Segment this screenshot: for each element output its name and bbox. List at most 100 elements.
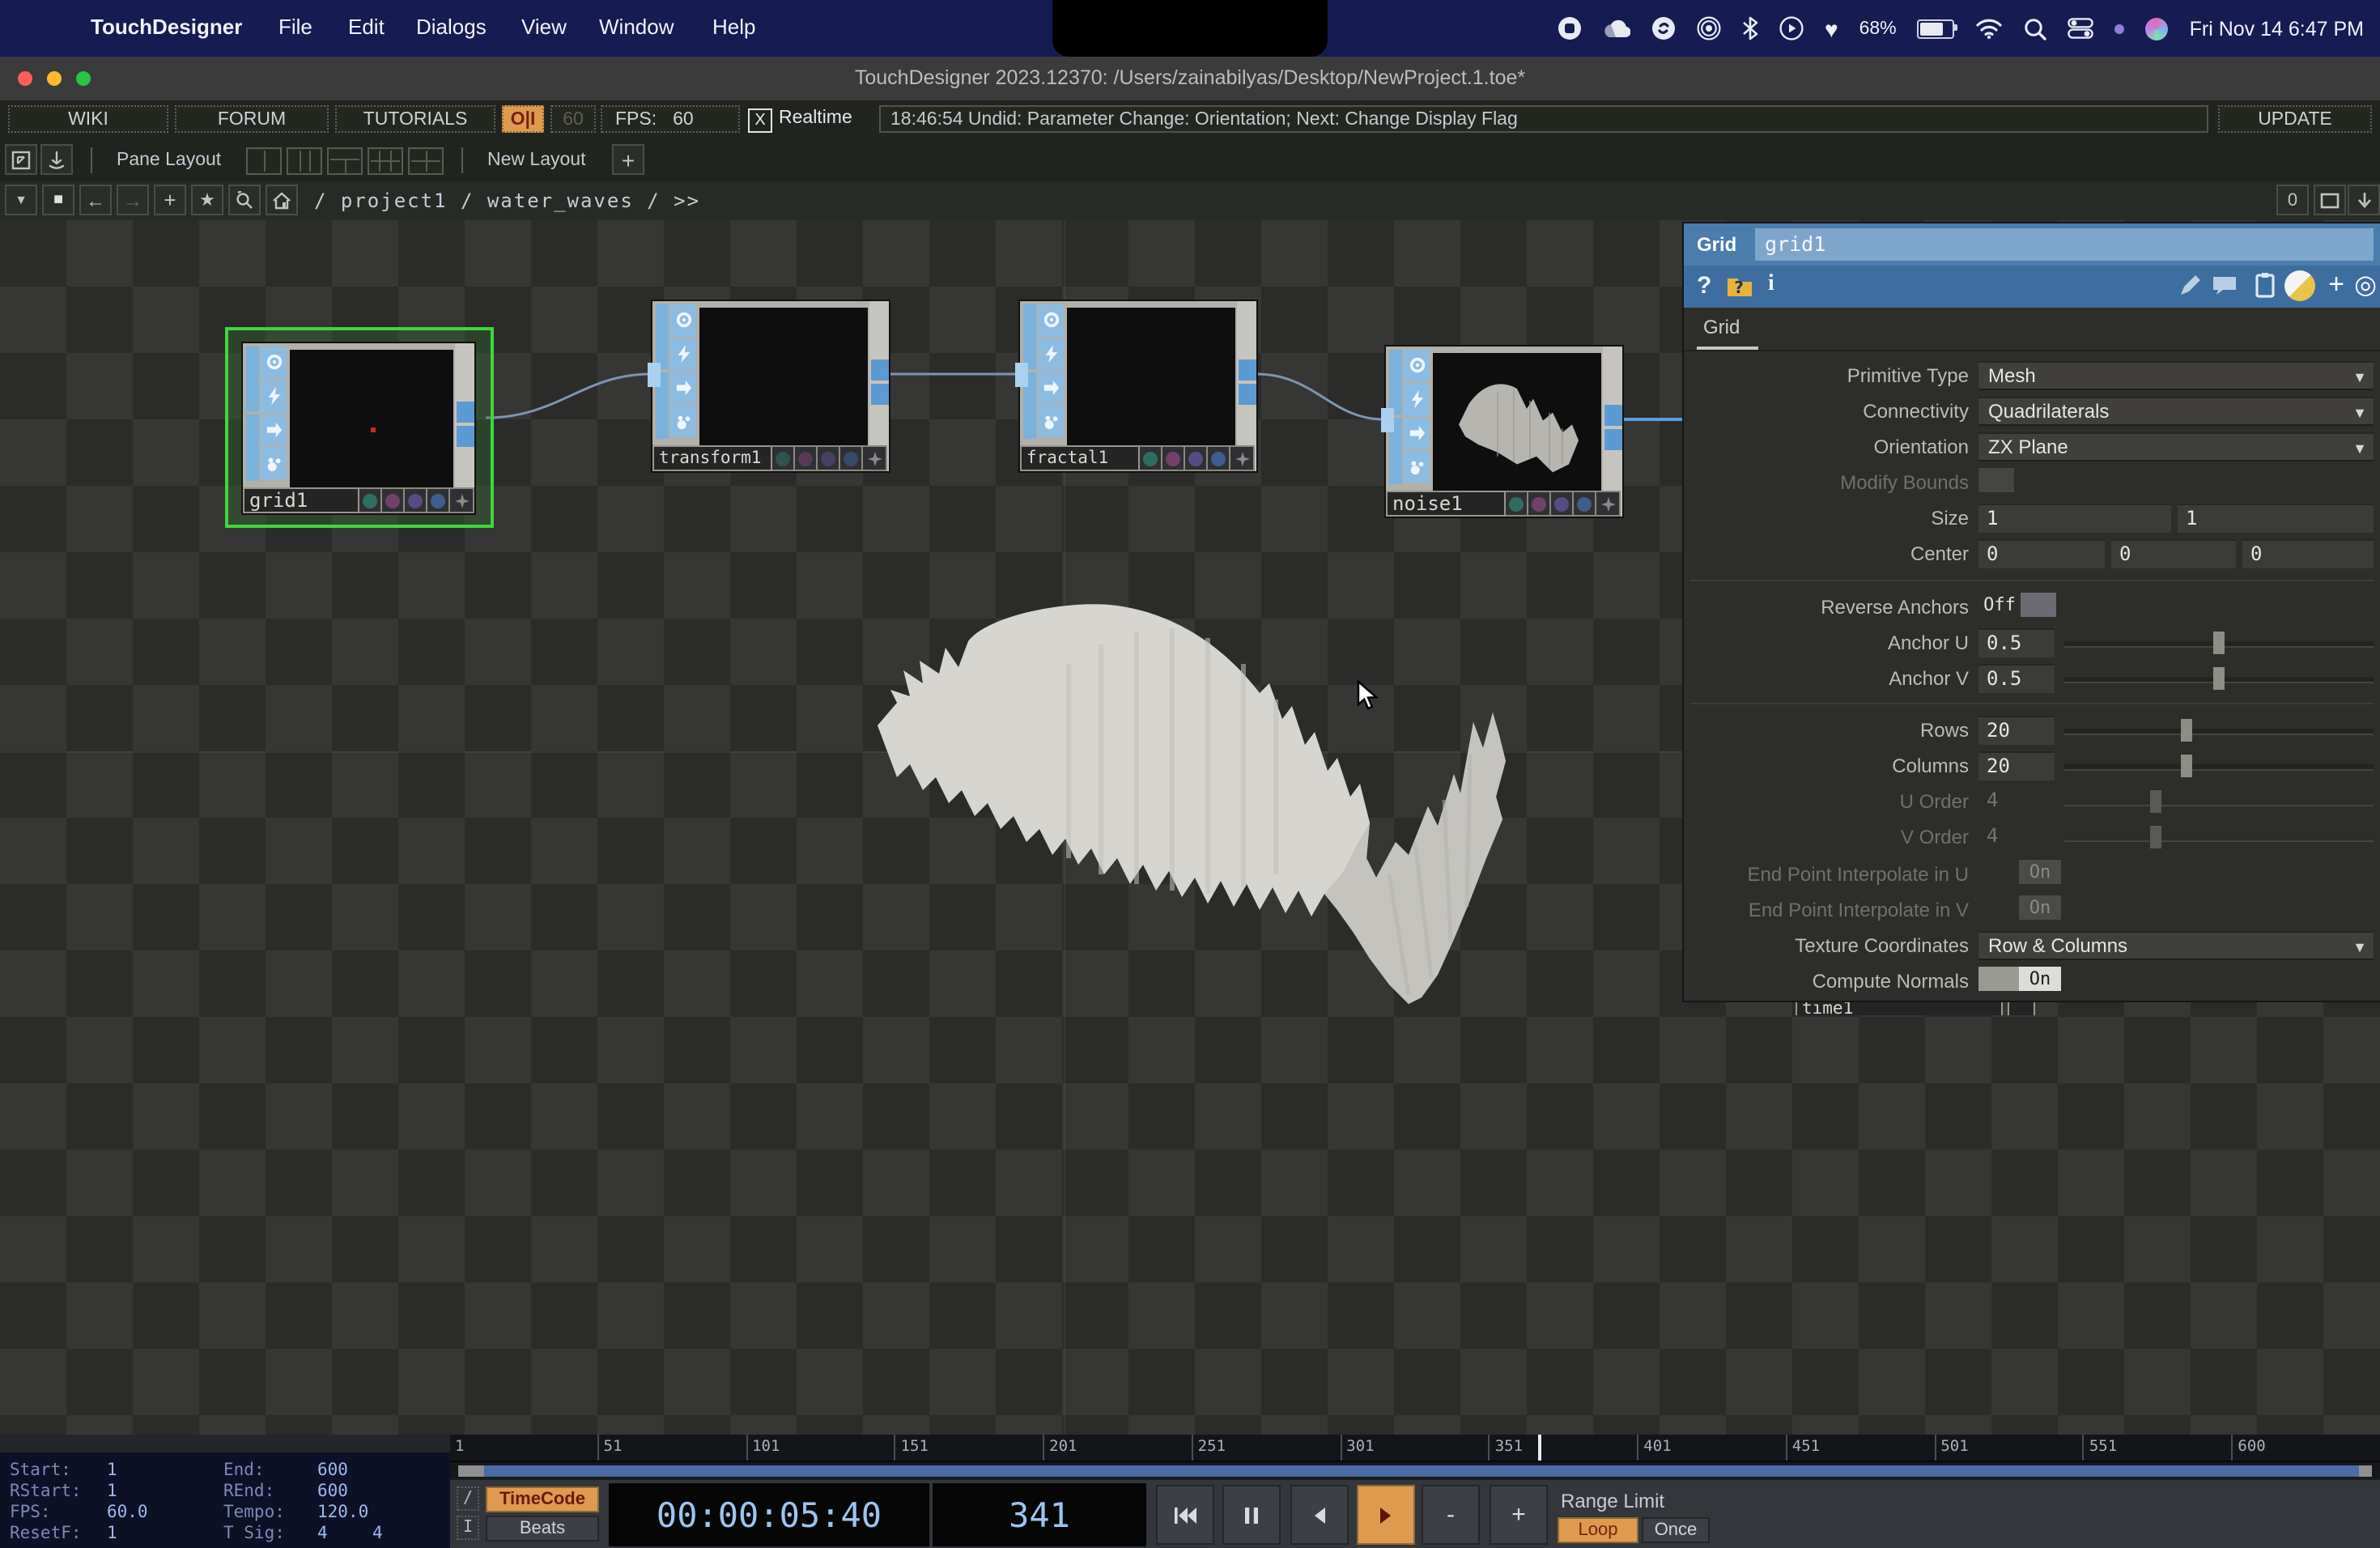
pane-menu-icon[interactable]: ▼ xyxy=(5,185,37,215)
tempo-value[interactable]: 120.0 xyxy=(317,1503,368,1522)
bluetooth-icon[interactable] xyxy=(1742,16,1758,40)
node-grid1-output[interactable] xyxy=(457,402,474,423)
stop-icon[interactable]: ■ xyxy=(42,185,74,215)
end-value[interactable]: 600 xyxy=(317,1461,348,1480)
node-noise1-input[interactable] xyxy=(1381,408,1394,432)
menu-edit[interactable]: Edit xyxy=(348,15,385,39)
record-icon[interactable] xyxy=(1558,16,1582,40)
primitive-type-dropdown[interactable]: Mesh▼ xyxy=(1978,361,2374,390)
resetf-value[interactable]: 1 xyxy=(107,1524,117,1543)
home-icon[interactable] xyxy=(266,185,298,215)
anchor-u-field[interactable]: 0.5 xyxy=(1978,628,2055,657)
edit-comment-icon[interactable] xyxy=(2178,274,2202,298)
forward-icon[interactable]: → xyxy=(117,185,149,215)
size-x-field[interactable]: 1 xyxy=(1978,504,2171,533)
expand-pane-icon[interactable] xyxy=(5,144,37,175)
wiki-button[interactable]: WIKI xyxy=(8,105,168,133)
spotlight-search-icon[interactable] xyxy=(2025,17,2047,40)
pause-button[interactable] xyxy=(1222,1485,1281,1545)
node-transform1-input[interactable] xyxy=(648,363,661,387)
node-grid1-name[interactable]: grid1 xyxy=(243,487,359,513)
node-color-flag[interactable] xyxy=(359,487,382,513)
loop-button[interactable]: Loop xyxy=(1558,1517,1638,1543)
viewer-flag-icon[interactable] xyxy=(261,347,287,379)
operator-name-field[interactable]: grid1 xyxy=(1755,228,2374,261)
node-noise1-output[interactable] xyxy=(1604,405,1622,426)
start-value[interactable]: 1 xyxy=(107,1461,117,1480)
range-handle-right[interactable] xyxy=(2359,1465,2372,1477)
node-transform1-name[interactable]: transform1 xyxy=(652,445,772,471)
node-noise1-viewer[interactable] xyxy=(1433,353,1601,510)
shazam-icon[interactable] xyxy=(1651,16,1676,40)
reverse-anchors-toggle[interactable]: Off xyxy=(1978,593,2021,617)
playhead-marker[interactable] xyxy=(1538,1435,1541,1461)
battery-icon[interactable] xyxy=(1918,19,1955,38)
timeline-range-bar[interactable] xyxy=(450,1461,2380,1480)
window-titlebar[interactable]: TouchDesigner 2023.12370: /Users/zainabi… xyxy=(0,57,2380,102)
menu-window[interactable]: Window xyxy=(599,15,674,39)
update-button[interactable]: UPDATE xyxy=(2218,105,2372,133)
orientation-dropdown[interactable]: ZX Plane▼ xyxy=(1978,432,2374,461)
lock-flag-icon[interactable] xyxy=(261,414,287,446)
menu-app-name[interactable]: TouchDesigner xyxy=(91,15,242,39)
network-breadcrumb[interactable]: / project1 / water_waves / >> xyxy=(314,189,700,212)
columns-field[interactable]: 20 xyxy=(1978,751,2055,780)
node-transform1[interactable]: transform1 xyxy=(652,301,889,471)
tutorials-button[interactable]: TUTORIALS xyxy=(335,105,495,133)
node-flag-column[interactable] xyxy=(246,347,259,411)
node-noise1-name[interactable]: noise1 xyxy=(1386,491,1506,517)
once-button[interactable]: Once xyxy=(1642,1517,1710,1543)
tsig-value-1[interactable]: 4 xyxy=(317,1524,328,1543)
menu-dialogs[interactable]: Dialogs xyxy=(416,15,487,39)
beats-mode-button[interactable]: Beats xyxy=(486,1516,599,1542)
timecode-mode-button[interactable]: TimeCode xyxy=(486,1486,599,1512)
collapse-pane-icon[interactable] xyxy=(2348,185,2380,215)
play-reverse-button[interactable] xyxy=(1290,1485,1349,1545)
python-expression-icon[interactable] xyxy=(2284,270,2315,301)
bookmark-pane-icon[interactable] xyxy=(40,144,73,175)
node-grid1-viewer[interactable] xyxy=(290,350,453,507)
play-forward-button[interactable] xyxy=(1357,1485,1415,1545)
node-fractal1[interactable]: fractal1 xyxy=(1020,301,1256,471)
node-star-flag[interactable] xyxy=(450,487,474,513)
anchor-v-slider[interactable] xyxy=(2064,677,2374,683)
modify-bounds-toggle[interactable] xyxy=(1978,468,2014,492)
search-network-icon[interactable] xyxy=(228,185,261,215)
node-fractal1-output[interactable] xyxy=(1239,359,1256,381)
layout-preset-2[interactable] xyxy=(287,147,322,175)
step-forward-button[interactable]: + xyxy=(1490,1485,1548,1545)
menu-file[interactable]: File xyxy=(278,15,312,39)
rstart-value[interactable]: 1 xyxy=(107,1482,117,1501)
cook-flag-icon[interactable] xyxy=(261,448,287,480)
step-back-button[interactable]: - xyxy=(1422,1485,1480,1545)
bookmark-star-icon[interactable]: ★ xyxy=(191,185,223,215)
texture-coords-dropdown[interactable]: Row & Columns▼ xyxy=(1978,931,2374,960)
fps-info-value[interactable]: 60.0 xyxy=(107,1503,148,1522)
timeline-ruler[interactable]: 1 51 101 151 201 251 301 351 401 451 501… xyxy=(450,1435,2380,1461)
node-fractal1-input[interactable] xyxy=(1015,363,1028,387)
timecode-slash-button[interactable]: / xyxy=(457,1486,479,1511)
python-help-icon[interactable]: ? xyxy=(1726,272,1755,300)
add-parameter-icon[interactable]: + xyxy=(2328,269,2344,301)
comment-bubble-icon[interactable] xyxy=(2212,275,2238,296)
control-center-icon[interactable] xyxy=(2068,18,2094,39)
tab-grid[interactable]: Grid xyxy=(1703,316,1740,338)
heart-icon[interactable]: ♥ xyxy=(1825,17,1838,40)
node-noise1[interactable]: noise1 xyxy=(1386,347,1622,517)
center-y-field[interactable]: 0 xyxy=(2111,539,2236,568)
node-fractal1-viewer[interactable] xyxy=(1067,308,1235,465)
node-transform1-output[interactable] xyxy=(871,359,889,381)
layout-preset-4[interactable] xyxy=(368,147,403,175)
compute-normals-toggle[interactable]: On xyxy=(2019,967,2061,991)
menu-help[interactable]: Help xyxy=(712,15,756,39)
forum-button[interactable]: FORUM xyxy=(175,105,329,133)
layout-preset-3[interactable] xyxy=(327,147,363,175)
oi-toggle-button[interactable]: O|I xyxy=(502,105,544,133)
layout-preset-1[interactable] xyxy=(246,147,282,175)
node-grid1[interactable]: grid1 xyxy=(243,343,474,513)
rows-slider[interactable] xyxy=(2064,729,2374,735)
help-icon[interactable]: ? xyxy=(1697,272,1711,300)
anchor-u-slider[interactable] xyxy=(2064,641,2374,648)
panel-header[interactable]: Grid grid1 xyxy=(1684,223,2380,266)
weather-cloud-icon[interactable] xyxy=(1603,18,1630,39)
